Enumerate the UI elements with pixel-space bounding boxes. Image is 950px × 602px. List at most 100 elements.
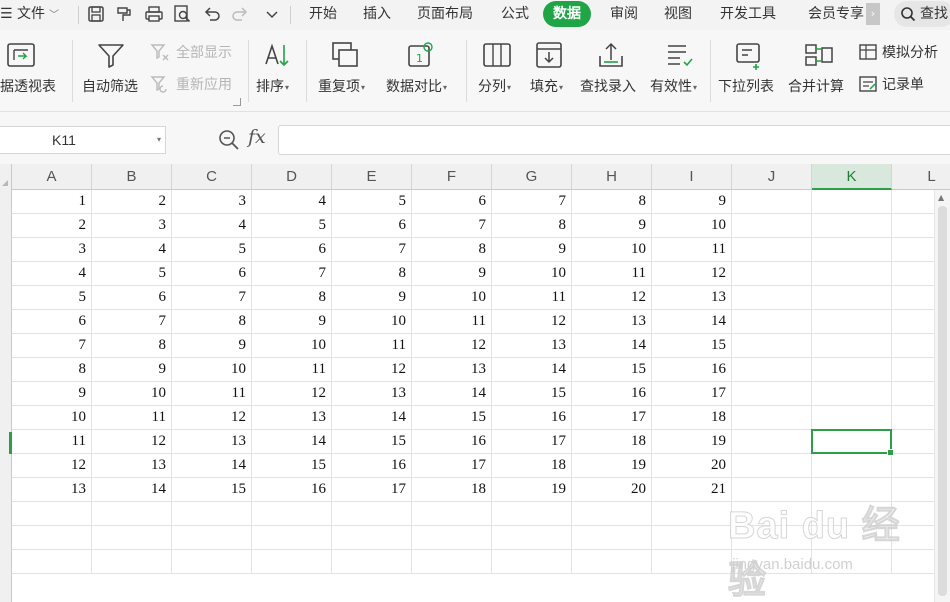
tab-data[interactable]: 数据	[543, 1, 591, 27]
cell-c6[interactable]: 8	[172, 310, 252, 334]
search-box[interactable]: 查找	[894, 1, 950, 27]
cell-f1[interactable]: 6	[412, 190, 492, 214]
cell-f9[interactable]: 14	[412, 382, 492, 406]
cell-e11[interactable]: 15	[332, 430, 412, 454]
column-header-b[interactable]: B	[92, 164, 172, 190]
reapply-button[interactable]: 重新应用	[150, 72, 242, 96]
filter-dialog-launcher[interactable]	[233, 98, 241, 106]
cell-c13[interactable]: 15	[172, 478, 252, 502]
cell-g12[interactable]: 18	[492, 454, 572, 478]
cell-b14[interactable]	[92, 502, 172, 526]
cell-c10[interactable]: 12	[172, 406, 252, 430]
cell-g10[interactable]: 16	[492, 406, 572, 430]
cell-g13[interactable]: 19	[492, 478, 572, 502]
cell-b11[interactable]: 12	[92, 430, 172, 454]
cell-a9[interactable]: 9	[12, 382, 92, 406]
cell-j9[interactable]	[732, 382, 812, 406]
cell-d14[interactable]	[252, 502, 332, 526]
cell-c3[interactable]: 5	[172, 238, 252, 262]
cell-g8[interactable]: 14	[492, 358, 572, 382]
cell-d5[interactable]: 8	[252, 286, 332, 310]
pivot-table-button[interactable]: 据透视表	[0, 30, 66, 112]
cell-i10[interactable]: 18	[652, 406, 732, 430]
cell-i7[interactable]: 15	[652, 334, 732, 358]
cell-k4[interactable]	[812, 262, 892, 286]
split-columns-button[interactable]: 分列▾	[474, 30, 522, 112]
cell-e1[interactable]: 5	[332, 190, 412, 214]
cell-d1[interactable]: 4	[252, 190, 332, 214]
cell-j4[interactable]	[732, 262, 812, 286]
cell-b9[interactable]: 10	[92, 382, 172, 406]
column-header-c[interactable]: C	[172, 164, 252, 190]
cell-c16[interactable]	[172, 550, 252, 574]
column-header-j[interactable]: J	[732, 164, 812, 190]
cell-k8[interactable]	[812, 358, 892, 382]
cell-d3[interactable]: 6	[252, 238, 332, 262]
column-header-l[interactable]: L	[892, 164, 950, 190]
cell-g3[interactable]: 9	[492, 238, 572, 262]
cell-h9[interactable]: 16	[572, 382, 652, 406]
cell-g5[interactable]: 11	[492, 286, 572, 310]
print-preview-icon[interactable]	[172, 4, 192, 24]
cell-h13[interactable]: 20	[572, 478, 652, 502]
cell-g16[interactable]	[492, 550, 572, 574]
cell-d9[interactable]: 12	[252, 382, 332, 406]
cell-f8[interactable]: 13	[412, 358, 492, 382]
cell-a15[interactable]	[12, 526, 92, 550]
cell-e8[interactable]: 12	[332, 358, 412, 382]
file-menu[interactable]: ☰ 文件 ﹀	[0, 0, 59, 28]
cell-f16[interactable]	[412, 550, 492, 574]
cell-e4[interactable]: 8	[332, 262, 412, 286]
zoom-formula-icon[interactable]	[218, 129, 240, 151]
cell-k2[interactable]	[812, 214, 892, 238]
cell-g7[interactable]: 13	[492, 334, 572, 358]
cell-i16[interactable]	[652, 550, 732, 574]
cell-k12[interactable]	[812, 454, 892, 478]
cell-c5[interactable]: 7	[172, 286, 252, 310]
cell-f6[interactable]: 11	[412, 310, 492, 334]
cell-f12[interactable]: 17	[412, 454, 492, 478]
column-header-i[interactable]: I	[652, 164, 732, 190]
cell-g1[interactable]: 7	[492, 190, 572, 214]
cell-d2[interactable]: 5	[252, 214, 332, 238]
print-icon[interactable]	[144, 4, 164, 24]
cell-c9[interactable]: 11	[172, 382, 252, 406]
cell-c7[interactable]: 9	[172, 334, 252, 358]
redo-icon[interactable]	[230, 4, 250, 24]
cell-d12[interactable]: 15	[252, 454, 332, 478]
scrollbar-thumb[interactable]	[938, 206, 947, 596]
cell-i13[interactable]: 21	[652, 478, 732, 502]
column-header-e[interactable]: E	[332, 164, 412, 190]
cell-k5[interactable]	[812, 286, 892, 310]
cell-a14[interactable]	[12, 502, 92, 526]
tab-view[interactable]: 视图	[664, 0, 692, 28]
cell-b13[interactable]: 14	[92, 478, 172, 502]
cell-a7[interactable]: 7	[12, 334, 92, 358]
tab-member[interactable]: 会员专享	[808, 0, 866, 28]
cell-j10[interactable]	[732, 406, 812, 430]
cell-e2[interactable]: 6	[332, 214, 412, 238]
cell-d8[interactable]: 11	[252, 358, 332, 382]
cell-i14[interactable]	[652, 502, 732, 526]
cell-f10[interactable]: 15	[412, 406, 492, 430]
cell-d6[interactable]: 9	[252, 310, 332, 334]
select-all-corner[interactable]	[0, 164, 12, 190]
cell-c1[interactable]: 3	[172, 190, 252, 214]
cell-d7[interactable]: 10	[252, 334, 332, 358]
cell-d10[interactable]: 13	[252, 406, 332, 430]
cell-h11[interactable]: 18	[572, 430, 652, 454]
cell-b1[interactable]: 2	[92, 190, 172, 214]
save-icon[interactable]	[86, 4, 106, 24]
column-header-g[interactable]: G	[492, 164, 572, 190]
cell-c8[interactable]: 10	[172, 358, 252, 382]
cell-f2[interactable]: 7	[412, 214, 492, 238]
cell-h16[interactable]	[572, 550, 652, 574]
cell-h10[interactable]: 17	[572, 406, 652, 430]
cell-f4[interactable]: 9	[412, 262, 492, 286]
cell-h3[interactable]: 10	[572, 238, 652, 262]
sort-button[interactable]: 排序▾	[254, 30, 302, 112]
cell-c15[interactable]	[172, 526, 252, 550]
cell-e7[interactable]: 11	[332, 334, 412, 358]
cell-e6[interactable]: 10	[332, 310, 412, 334]
tab-review[interactable]: 审阅	[610, 0, 638, 28]
